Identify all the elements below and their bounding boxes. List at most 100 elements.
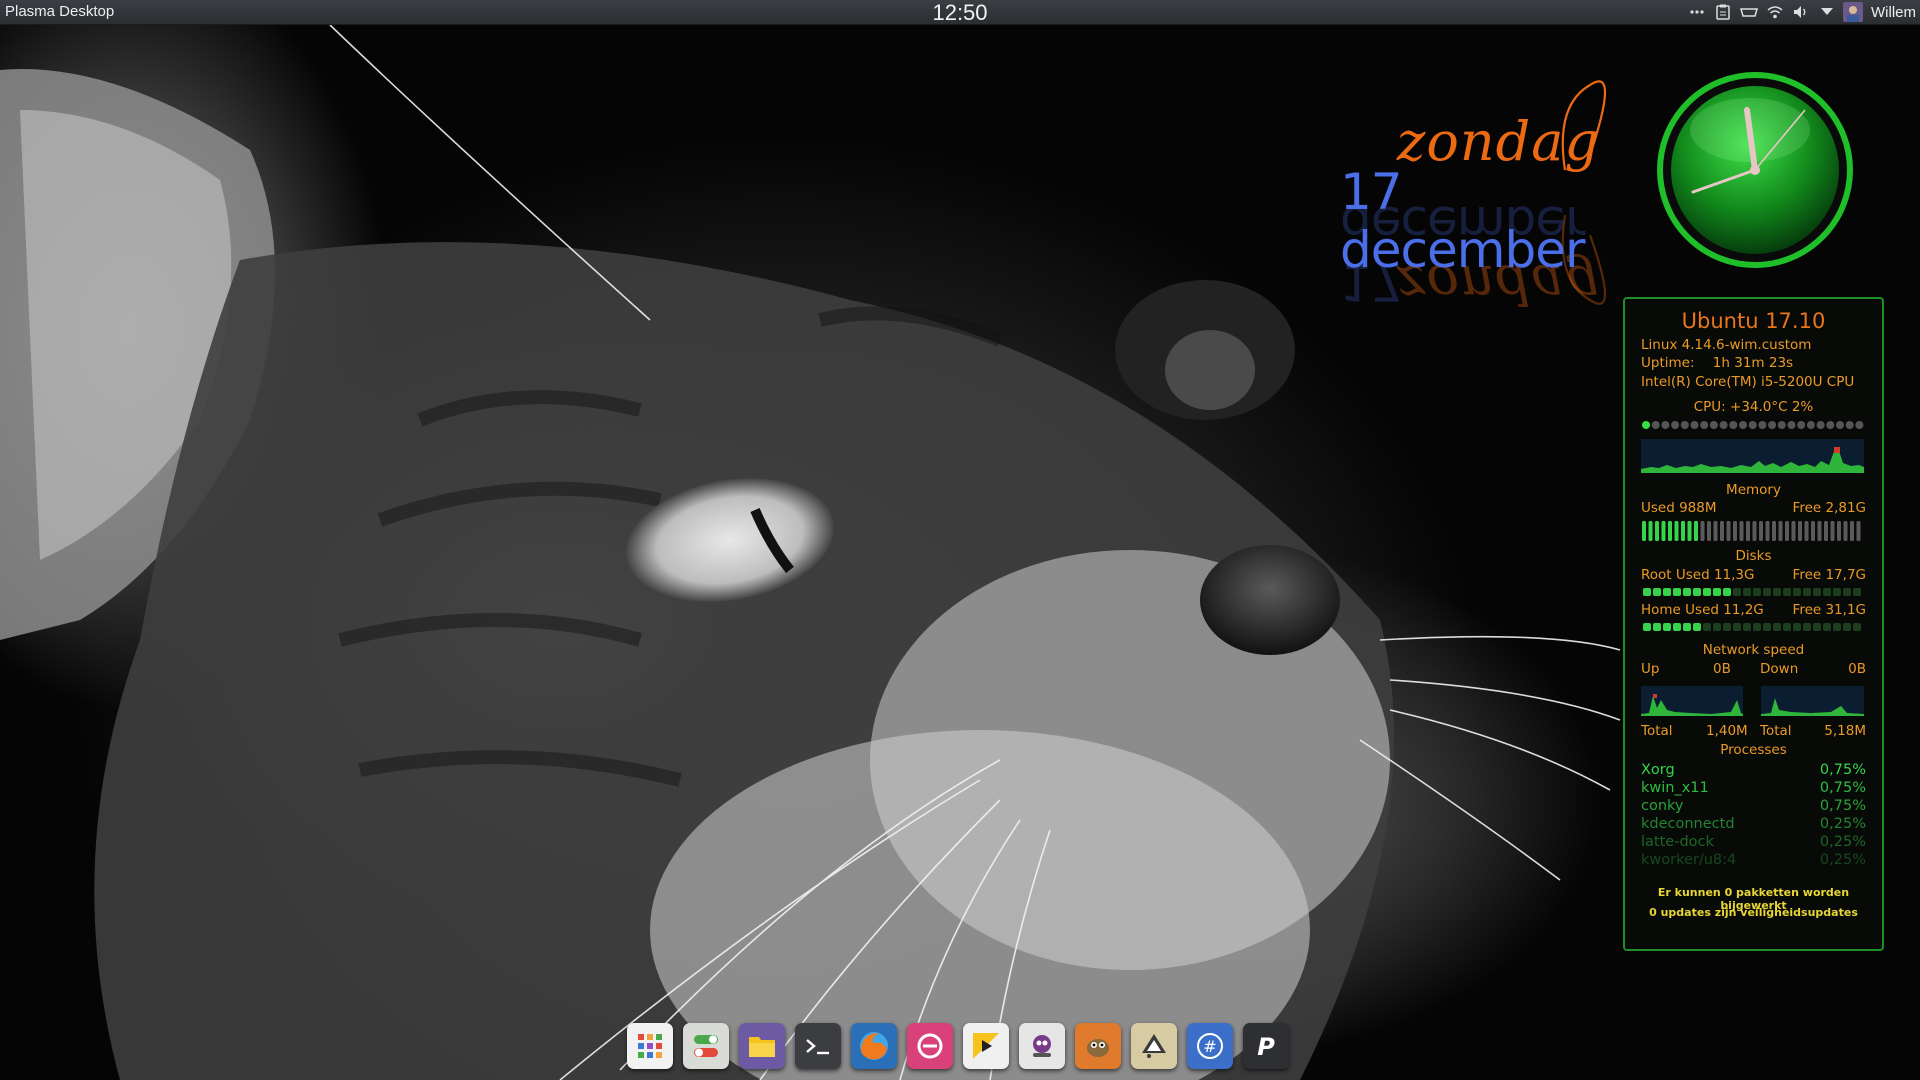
conky-title: Ubuntu 17.10 [1681, 309, 1826, 333]
process-cpu: 0,25% [1819, 816, 1866, 832]
memory-segment [1752, 521, 1757, 541]
home-disk-segment [1813, 623, 1821, 631]
memory-segment [1668, 521, 1672, 541]
process-name: kworker/u8:4 [1641, 852, 1737, 868]
volume-icon[interactable] [1791, 2, 1811, 22]
cpu-dot [1855, 421, 1864, 429]
process-cpu: 0,75% [1819, 798, 1866, 814]
home-disk-segment [1853, 623, 1861, 631]
date-text: 17 december [1340, 163, 1586, 279]
home-disk-bar [1643, 623, 1861, 631]
cpu-dot [1758, 421, 1767, 429]
terminal-icon[interactable] [795, 1023, 841, 1069]
root-disk-segment [1733, 588, 1741, 596]
root-disk-line: Root Used 11,3G Free 17,7G [1641, 567, 1866, 583]
svg-text:#: # [1203, 1037, 1216, 1056]
root-disk-segment [1833, 588, 1841, 596]
steam-icon[interactable] [1019, 1023, 1065, 1069]
home-disk-segment [1703, 623, 1711, 631]
app-launcher-icon[interactable] [627, 1023, 673, 1069]
cpu-dot [1777, 421, 1786, 429]
file-manager-icon[interactable] [739, 1023, 785, 1069]
hashtag-chat-icon[interactable]: # [1187, 1023, 1233, 1069]
total-up-label: Total [1641, 723, 1673, 739]
arrow-down-icon[interactable] [1817, 2, 1837, 22]
process-row: kdeconnectd 0,25% [1641, 816, 1866, 832]
wifi-icon[interactable] [1765, 2, 1785, 22]
p-app-icon[interactable]: P [1243, 1023, 1289, 1069]
root-disk-segment [1743, 588, 1751, 596]
home-disk-segment [1753, 623, 1761, 631]
firefox-icon[interactable] [851, 1023, 897, 1069]
root-disk-segment [1823, 588, 1831, 596]
uptime-line: Uptime: 1h 31m 23s [1641, 355, 1866, 371]
memory-segment [1739, 521, 1744, 541]
memory-segment [1681, 521, 1685, 541]
cpu-graph [1641, 439, 1864, 473]
cpu-dot [1739, 421, 1747, 429]
settings-toggle-icon[interactable] [683, 1023, 729, 1069]
home-disk-segment [1763, 623, 1771, 631]
root-disk-segment [1643, 588, 1651, 596]
inkscape-icon[interactable] [1131, 1023, 1177, 1069]
user-name[interactable]: Willem [1871, 4, 1916, 21]
user-avatar-icon[interactable] [1843, 2, 1863, 22]
memory-line: Used 988M Free 2,81G [1641, 500, 1866, 516]
network-down-value: 0B [1848, 661, 1866, 677]
root-disk-segment [1653, 588, 1661, 596]
anydesk-icon[interactable] [907, 1023, 953, 1069]
root-disk-segment [1683, 588, 1691, 596]
gimp-icon[interactable] [1075, 1023, 1121, 1069]
top-panel: Plasma Desktop 12:50 Willem [0, 0, 1920, 25]
activity-label[interactable]: Plasma Desktop [5, 3, 114, 20]
svg-text:P: P [1257, 1033, 1275, 1061]
cpu-dot-bar [1642, 421, 1864, 429]
root-disk-segment [1703, 588, 1711, 596]
cpu-dot [1729, 421, 1738, 429]
memory-segment [1811, 521, 1815, 541]
panel-clock-text[interactable]: 12:50 [932, 0, 987, 25]
cpu-model: Intel(R) Core(TM) i5-5200U CPU [1641, 374, 1855, 390]
root-disk-bar [1643, 588, 1861, 596]
memory-segment [1759, 521, 1763, 541]
memory-segment [1824, 521, 1828, 541]
memory-segment [1655, 521, 1659, 541]
memory-segment [1694, 521, 1698, 541]
home-disk-segment [1663, 623, 1671, 631]
home-disk-segment [1833, 623, 1841, 631]
memory-segment [1642, 521, 1646, 541]
cpu-dot [1816, 421, 1825, 429]
process-name: conky [1641, 798, 1684, 814]
network-graphs [1641, 686, 1864, 716]
memory-segment [1785, 521, 1789, 541]
root-disk-segment [1753, 588, 1761, 596]
date-widget: zondag zondag 17 december 17 december [1340, 75, 1640, 316]
root-disk-segment [1853, 588, 1861, 596]
home-disk-segment [1823, 623, 1831, 631]
memory-segment [1713, 521, 1718, 541]
home-disk-segment [1803, 623, 1811, 631]
root-used: Root Used 11,3G [1641, 567, 1755, 583]
memory-heading: Memory [1726, 482, 1781, 498]
cpu-dot [1787, 421, 1796, 429]
network-heading: Network speed [1702, 642, 1805, 658]
root-disk-segment [1763, 588, 1771, 596]
home-disk-segment [1843, 623, 1851, 631]
root-free: Free 17,7G [1792, 567, 1866, 583]
cpu-dot [1690, 421, 1699, 429]
memory-segment [1661, 521, 1666, 541]
memory-segment [1687, 521, 1692, 541]
memory-segment [1856, 521, 1861, 541]
cpu-dot [1680, 421, 1689, 429]
clipboard-icon[interactable] [1713, 2, 1733, 22]
kdeconnect-icon[interactable] [1739, 2, 1759, 22]
more-dots-icon[interactable] [1687, 2, 1707, 22]
uptime-label: Uptime: [1641, 355, 1695, 371]
cpu-dot [1671, 421, 1680, 429]
home-disk-segment [1713, 623, 1721, 631]
cpu-dot [1700, 421, 1709, 429]
media-player-icon[interactable] [963, 1023, 1009, 1069]
root-disk-segment [1803, 588, 1811, 596]
root-disk-segment [1843, 588, 1851, 596]
memory-segment [1674, 521, 1679, 541]
